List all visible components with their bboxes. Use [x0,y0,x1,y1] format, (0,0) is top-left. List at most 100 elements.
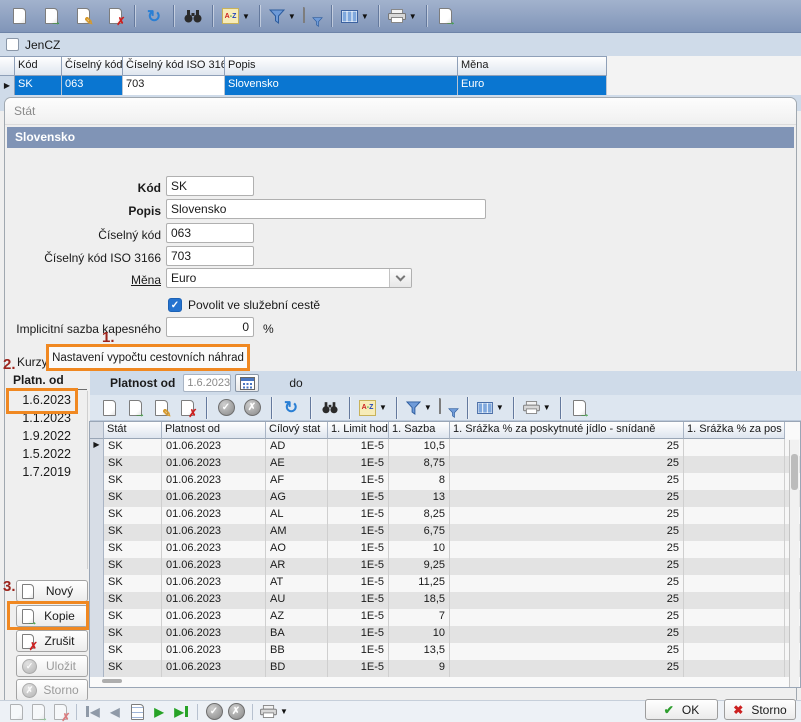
table-cell[interactable]: 25 [450,507,684,524]
storno-button[interactable]: ✖ Storno [724,699,796,720]
table-row[interactable]: SK01.06.2023AR1E-59,2525 [90,558,800,575]
table-cell[interactable]: 01.06.2023 [162,439,266,456]
table-cell[interactable]: 01.06.2023 [162,473,266,490]
table-row[interactable]: SK01.06.2023BD1E-5925 [90,660,800,677]
table-row[interactable]: SK01.06.2023AL1E-58,2525 [90,507,800,524]
platnost-od-field[interactable]: 1.6.2023 [183,374,231,392]
table-cell[interactable]: SK [104,524,162,541]
table-row[interactable]: ▶SK01.06.2023AD1E-510,525 [90,439,800,456]
delete-record-button[interactable]: ✗ [102,3,128,30]
table-cell[interactable] [684,626,785,643]
table-row[interactable]: SK01.06.2023AG1E-51325 [90,490,800,507]
table-cell[interactable]: SK [104,558,162,575]
table-cell[interactable]: 25 [450,558,684,575]
table-cell[interactable]: SK [104,643,162,660]
column-header-mena[interactable]: Měna [458,56,607,76]
table-cell[interactable]: SK [104,473,162,490]
rates-copy-button[interactable]: → [122,394,148,421]
table-row[interactable]: SK01.06.2023AZ1E-5725 [90,609,800,626]
rates-column-header[interactable]: 1. Limit hodin [328,422,389,439]
column-header-popis[interactable]: Popis [225,56,458,76]
table-cell[interactable]: 9,25 [389,558,450,575]
table-cell[interactable]: 25 [450,609,684,626]
table-cell[interactable]: 01.06.2023 [162,660,266,677]
rates-search-button[interactable] [317,394,343,421]
filter-report-button[interactable] [299,3,325,30]
table-cell[interactable]: 25 [450,643,684,660]
table-cell[interactable]: 8 [389,473,450,490]
table-cell[interactable]: 1E-5 [328,558,389,575]
table-cell[interactable]: 1E-5 [328,541,389,558]
rates-sort-az-button[interactable]: A-Z ▼ [356,394,390,421]
cell-mena[interactable]: Euro [458,76,607,95]
new-record-button[interactable] [6,3,32,30]
table-cell[interactable]: AR [266,558,328,575]
table-cell[interactable] [684,507,785,524]
table-cell[interactable]: BA [266,626,328,643]
table-cell[interactable] [684,439,785,456]
mena-combobox[interactable]: Euro [166,268,412,288]
search-button[interactable] [180,3,206,30]
table-row[interactable]: SK01.06.2023BA1E-51025 [90,626,800,643]
table-cell[interactable]: SK [104,609,162,626]
table-cell[interactable]: 25 [450,473,684,490]
list-item[interactable]: 1.5.2022 [13,445,73,463]
edit-record-button[interactable]: ✎ [70,3,96,30]
table-cell[interactable] [684,592,785,609]
table-cell[interactable]: 01.06.2023 [162,626,266,643]
calendar-button[interactable] [235,374,259,392]
rates-refresh-button[interactable]: ↻ [278,394,304,421]
table-cell[interactable]: 25 [450,626,684,643]
table-cell[interactable]: SK [104,490,162,507]
rates-vertical-scrollbar[interactable] [789,440,799,688]
table-cell[interactable] [684,575,785,592]
table-cell[interactable]: AM [266,524,328,541]
table-cell[interactable]: BB [266,643,328,660]
table-cell[interactable]: SK [104,507,162,524]
table-cell[interactable]: 25 [450,456,684,473]
table-cell[interactable]: SK [104,626,162,643]
list-item[interactable]: 1.7.2019 [13,463,73,481]
table-cell[interactable]: 6,75 [389,524,450,541]
table-cell[interactable]: AT [266,575,328,592]
print-button[interactable]: ▼ [385,3,420,30]
mena-dropdown-button[interactable] [389,269,411,287]
table-row[interactable]: SK01.06.2023AM1E-56,7525 [90,524,800,541]
next-record-button[interactable]: ▶ [148,702,170,722]
list-item[interactable]: 1.9.2022 [13,427,73,445]
table-row[interactable]: SK01.06.2023AU1E-518,525 [90,592,800,609]
table-cell[interactable] [684,558,785,575]
rates-export-button[interactable]: → [567,394,593,421]
table-cell[interactable]: 1E-5 [328,456,389,473]
rates-column-header[interactable]: 1. Sazba [389,422,450,439]
table-cell[interactable]: 01.06.2023 [162,592,266,609]
table-cell[interactable]: AD [266,439,328,456]
table-cell[interactable]: 01.06.2023 [162,609,266,626]
table-row[interactable]: SK01.06.2023BB1E-513,525 [90,643,800,660]
table-row[interactable]: SK01.06.2023AO1E-51025 [90,541,800,558]
rates-column-header[interactable]: 1. Srážka % za pos [684,422,785,439]
cell-ciselny-kod[interactable]: 063 [62,76,123,95]
table-cell[interactable] [684,609,785,626]
table-cell[interactable]: 1E-5 [328,575,389,592]
table-cell[interactable]: 01.06.2023 [162,456,266,473]
table-cell[interactable]: 10 [389,626,450,643]
kod-field[interactable]: SK [166,176,254,196]
table-cell[interactable]: SK [104,592,162,609]
table-cell[interactable]: SK [104,660,162,677]
table-cell[interactable]: 10 [389,541,450,558]
table-cell[interactable]: 1E-5 [328,507,389,524]
rates-column-header[interactable]: Cílový stat [266,422,328,439]
table-cell[interactable]: 9 [389,660,450,677]
iso-field[interactable]: 703 [166,246,254,266]
table-cell[interactable]: 25 [450,541,684,558]
table-cell[interactable]: 01.06.2023 [162,490,266,507]
table-cell[interactable] [684,524,785,541]
table-cell[interactable]: 25 [450,592,684,609]
table-cell[interactable]: AZ [266,609,328,626]
table-cell[interactable]: 18,5 [389,592,450,609]
table-cell[interactable]: SK [104,575,162,592]
rates-filter-button[interactable]: ▼ [403,394,435,421]
table-cell[interactable]: 1E-5 [328,524,389,541]
rates-filter-report-button[interactable] [435,394,461,421]
